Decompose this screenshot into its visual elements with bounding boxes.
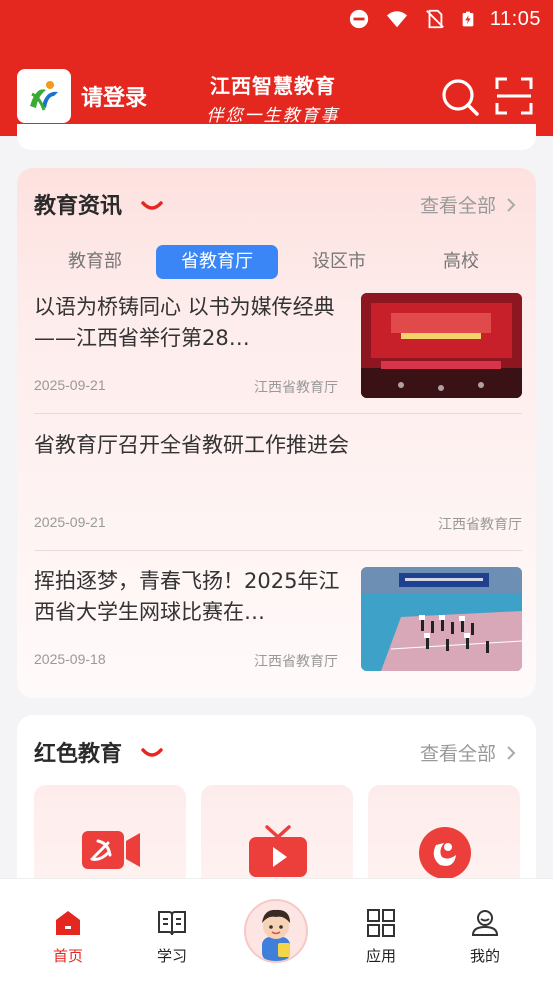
brand-title-block: 江西智慧教育 伴您一生教育事 — [200, 70, 346, 126]
news-section-title: 教育资讯 — [34, 194, 123, 219]
battery-charging-icon — [462, 11, 474, 27]
nav-label: 我的 — [469, 947, 500, 965]
nav-assistant[interactable] — [244, 899, 308, 963]
news-date: 2025-09-21 — [34, 377, 106, 393]
news-item[interactable]: 省教育厅召开全省教研工作推进会 2025-09-21 江西省教育厅 — [34, 430, 522, 533]
red-tv-icon — [249, 825, 307, 877]
news-title: 挥拍逐梦，青春飞扬！2025年江西省大学生网球比赛在… — [34, 569, 340, 624]
news-thumbnail-stage — [361, 293, 522, 398]
tab-city[interactable]: 设区市 — [278, 245, 400, 279]
news-view-all-link[interactable]: 查看全部 — [420, 191, 516, 218]
red-record-icon — [419, 827, 471, 879]
status-time: 11:05 — [489, 7, 541, 30]
tab-ministry[interactable]: 教育部 — [34, 245, 156, 279]
nav-label: 学习 — [156, 947, 187, 965]
profile-icon — [471, 910, 499, 936]
no-sim-icon — [426, 9, 444, 29]
news-title: 以语为桥铸同心 以书为媒传经典——江西省举行第28… — [34, 295, 335, 350]
tab-provincial-dept[interactable]: 省教育厅 — [156, 245, 278, 279]
news-title: 省教育厅召开全省教研工作推进会 — [34, 433, 349, 457]
red-section-title: 红色教育 — [34, 742, 123, 767]
home-icon — [56, 911, 80, 935]
brand-title: 江西智慧教育 — [210, 74, 336, 98]
logo-icon — [30, 81, 58, 111]
wifi-icon — [386, 11, 408, 28]
red-video-camera-icon — [82, 831, 140, 869]
book-icon — [158, 911, 186, 936]
assistant-avatar-icon — [262, 909, 290, 961]
apps-grid-icon — [367, 909, 395, 937]
login-link[interactable]: 请登录 — [81, 80, 147, 112]
bottom-navigation: 首页 学习 应用 我的 — [0, 878, 553, 983]
chevron-right-icon — [507, 745, 516, 760]
news-source: 江西省教育厅 — [254, 380, 338, 396]
red-view-all-link[interactable]: 查看全部 — [420, 739, 516, 766]
title-accent-icon — [141, 201, 163, 210]
news-date: 2025-09-18 — [34, 651, 106, 667]
nav-home[interactable]: 首页 — [28, 879, 108, 983]
search-icon[interactable] — [440, 77, 480, 117]
brand-slogan: 伴您一生教育事 — [206, 106, 340, 126]
nav-apps[interactable]: 应用 — [341, 879, 421, 983]
view-all-label: 查看全部 — [419, 743, 496, 765]
news-divider — [34, 550, 522, 551]
view-all-label: 查看全部 — [419, 195, 496, 217]
education-news-card: 教育资讯 查看全部 教育部 省教育厅 设区市 高校 以语为桥铸同心 以书为媒传经… — [17, 168, 536, 698]
news-divider — [34, 413, 522, 414]
chevron-right-icon — [507, 197, 516, 212]
nav-label: 应用 — [365, 947, 396, 965]
top-card-bottom-edge — [17, 124, 536, 150]
do-not-disturb-icon — [349, 9, 369, 29]
nav-profile[interactable]: 我的 — [445, 879, 525, 983]
news-source: 江西省教育厅 — [254, 654, 338, 670]
nav-label: 首页 — [52, 947, 83, 965]
title-accent-icon — [141, 748, 163, 757]
nav-study[interactable]: 学习 — [132, 879, 212, 983]
news-item[interactable]: 以语为桥铸同心 以书为媒传经典——江西省举行第28… 2025-09-21 江西… — [34, 293, 522, 403]
status-bar: 11:05 — [348, 6, 541, 32]
news-item[interactable]: 挥拍逐梦，青春飞扬！2025年江西省大学生网球比赛在… 2025-09-18 江… — [34, 567, 522, 677]
news-thumbnail-tennis — [361, 567, 522, 671]
app-header: 11:05 请登录 江西智慧教育 伴您一生教育事 — [0, 0, 553, 136]
scan-icon[interactable] — [494, 76, 534, 116]
news-source: 江西省教育厅 — [438, 517, 522, 533]
news-date: 2025-09-21 — [34, 514, 106, 530]
tab-university[interactable]: 高校 — [400, 245, 522, 279]
app-logo[interactable] — [17, 69, 71, 123]
news-tabs: 教育部 省教育厅 设区市 高校 — [34, 245, 519, 279]
